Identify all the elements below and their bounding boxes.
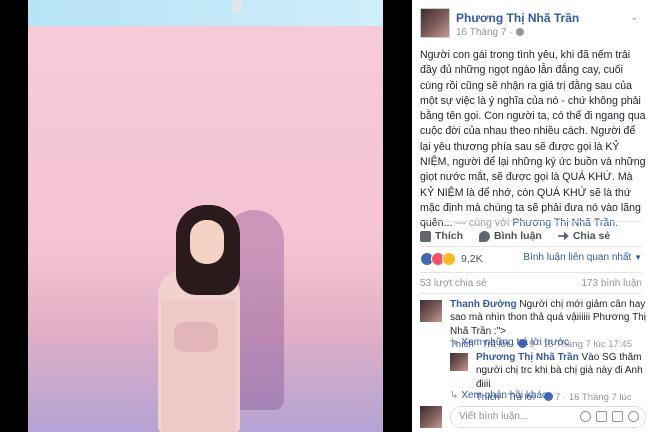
- view-previous-replies-label: Xem những trả lời trước: [461, 337, 570, 348]
- share-count[interactable]: 53 lượt chia sẻ: [420, 278, 487, 289]
- photo-viewer: [0, 0, 412, 432]
- author-avatar[interactable]: [420, 8, 450, 38]
- post-side-panel: Phương Thị Nhã Trần 16 Tháng 7 · ⌄ Người…: [412, 0, 650, 432]
- viewer-avatar: [420, 406, 442, 428]
- post-date[interactable]: 16 Tháng 7 ·: [456, 27, 524, 38]
- post-body: Người con gái trong tình yêu, khi đã nếm…: [420, 49, 646, 230]
- chevron-down-icon[interactable]: ⌄: [630, 12, 640, 23]
- reaction-count: 9,2K: [461, 253, 483, 265]
- comment-input[interactable]: Viết bình luận...: [450, 406, 646, 428]
- reply-like-count[interactable]: 7: [555, 392, 560, 403]
- commenter-name[interactable]: Thanh Đường: [450, 299, 517, 310]
- share-label: Chia sẻ: [572, 230, 611, 242]
- view-previous-replies[interactable]: ↳ Xem những trả lời trước: [450, 336, 569, 349]
- pole: [232, 0, 242, 14]
- divider: [420, 221, 642, 222]
- reactions-summary[interactable]: 9,2K: [420, 251, 483, 267]
- comment-count[interactable]: 173 bình luận: [581, 278, 642, 289]
- commenter-avatar[interactable]: [420, 300, 442, 322]
- comment-sort-dropdown[interactable]: Bình luận liên quan nhất ▼: [523, 252, 642, 263]
- comment-icon: [479, 230, 490, 242]
- share-icon: [557, 231, 569, 241]
- dress-bow: [174, 322, 218, 352]
- post-header: Phương Thị Nhã Trần 16 Tháng 7 · ⌄: [420, 8, 642, 40]
- like-button[interactable]: Thích: [420, 227, 463, 245]
- caret-down-icon: ▼: [634, 253, 642, 262]
- comment-input-icons: [580, 411, 639, 422]
- emoji-icon[interactable]: [580, 411, 591, 422]
- post-text: Người con gái trong tình yêu, khi đã nếm…: [420, 48, 646, 232]
- post-stats: 53 lượt chia sẻ 173 bình luận: [420, 278, 642, 292]
- divider: [420, 293, 642, 294]
- haha-reaction-icon: [442, 252, 456, 266]
- post-photo[interactable]: [28, 0, 383, 432]
- globe-icon: [515, 28, 524, 36]
- like-label: Thích: [435, 230, 463, 242]
- divider: [420, 272, 642, 273]
- divider: [420, 246, 642, 247]
- author-name[interactable]: Phương Thị Nhã Trần: [456, 11, 579, 25]
- replier-name[interactable]: Phương Thị Nhã Trần: [476, 352, 579, 363]
- post-actions: Thích Bình luận Chia sẻ: [420, 227, 642, 245]
- comment-label: Bình luận: [494, 230, 542, 242]
- view-more-replies[interactable]: ↳ Xem phản hồi khác: [450, 389, 547, 402]
- thumbs-up-icon: [420, 230, 431, 242]
- camera-icon[interactable]: [596, 411, 607, 422]
- gif-icon[interactable]: [612, 411, 623, 422]
- sort-label: Bình luận liên quan nhất: [523, 252, 632, 263]
- girl-dress: [162, 300, 236, 432]
- write-comment-row: Viết bình luận...: [420, 405, 646, 429]
- post-date-text: 16 Tháng 7 ·: [456, 27, 513, 38]
- comment-button[interactable]: Bình luận: [479, 227, 542, 245]
- share-button[interactable]: Chia sẻ: [557, 227, 611, 245]
- reply-arrow-icon: ↳: [450, 337, 459, 348]
- girl-face: [190, 220, 224, 264]
- replier-avatar[interactable]: [450, 353, 468, 371]
- comment-input-placeholder: Viết bình luận...: [459, 411, 529, 422]
- reply-arrow-icon: ↳: [450, 390, 459, 401]
- view-more-replies-label: Xem phản hồi khác: [461, 390, 548, 401]
- sticker-icon[interactable]: [628, 411, 639, 422]
